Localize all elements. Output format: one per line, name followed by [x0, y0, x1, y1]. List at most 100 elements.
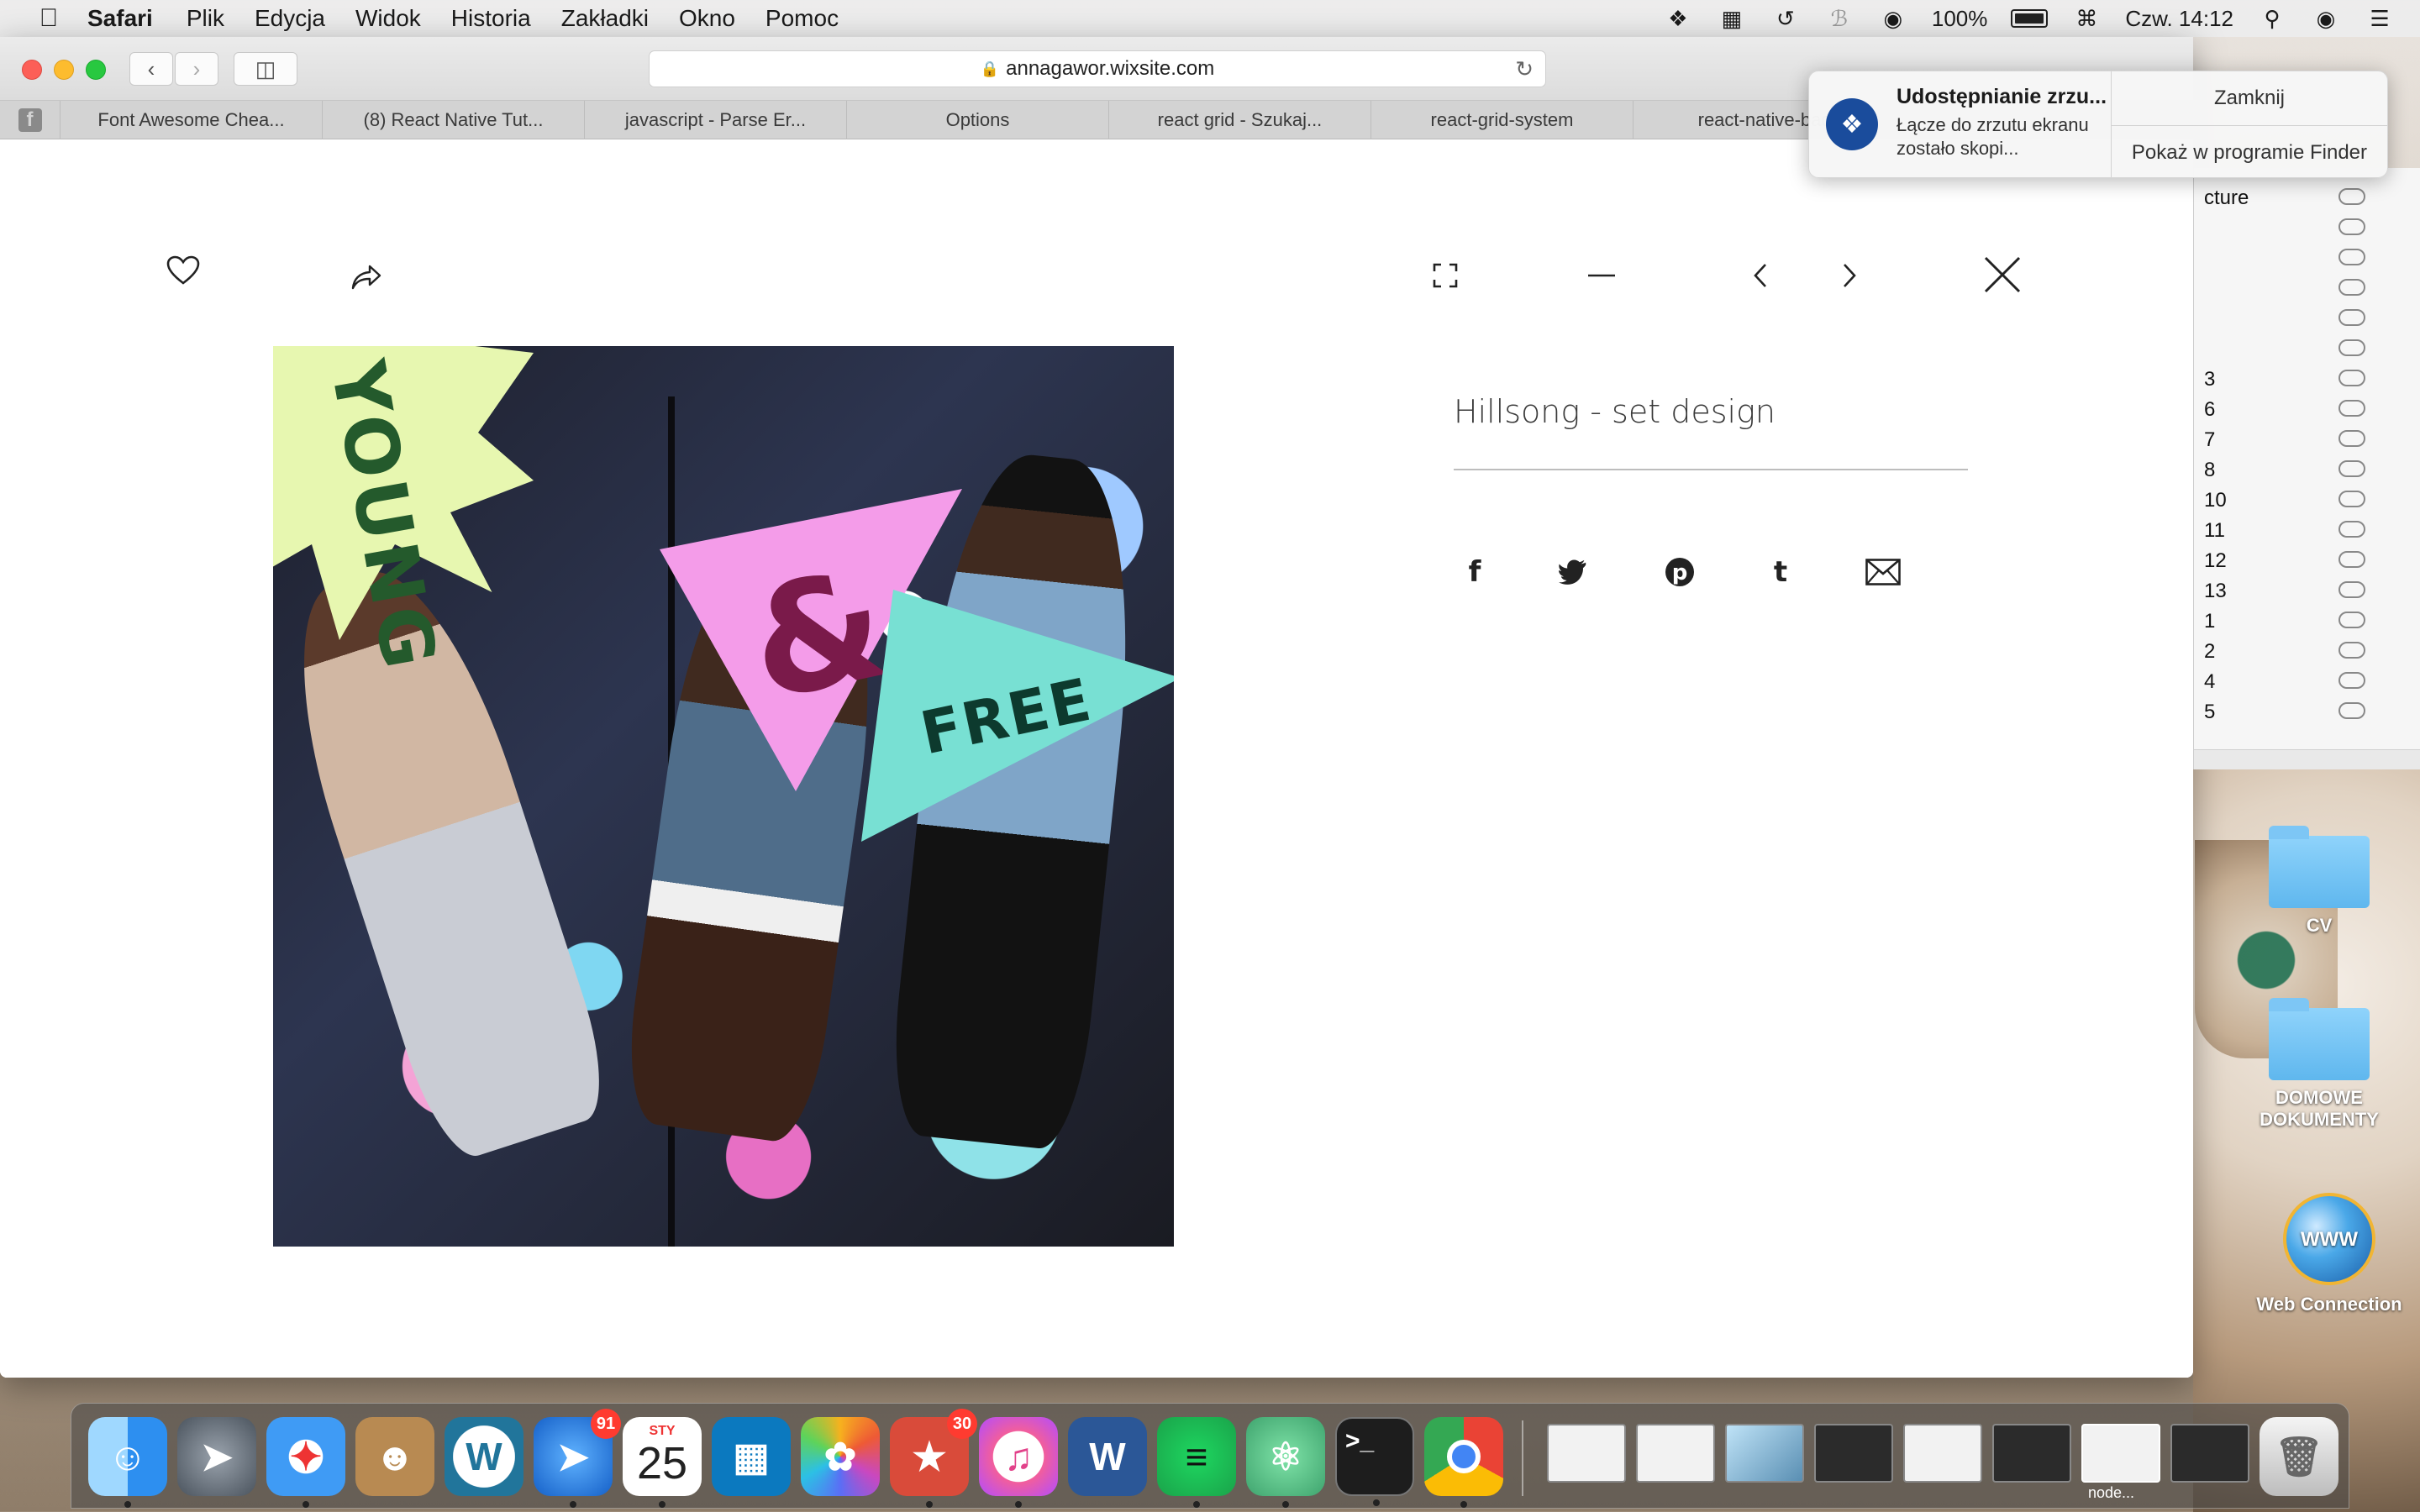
tab-5[interactable]: react grid - Szukaj... — [1109, 101, 1371, 139]
keyboard-icon[interactable]: ⌘ — [2071, 6, 2102, 31]
menu-clock[interactable]: Czw. 14:12 — [2125, 6, 2233, 32]
word-icon[interactable]: W — [1068, 1417, 1147, 1496]
terminal-icon[interactable]: >_ — [1335, 1417, 1414, 1506]
finder-row[interactable]: 1 — [2194, 606, 2420, 637]
window-minimize-button[interactable] — [54, 60, 74, 80]
finder-row[interactable]: 4 — [2194, 667, 2420, 697]
battery-icon[interactable] — [2011, 9, 2049, 28]
finder-row[interactable]: 2 — [2194, 637, 2420, 667]
itunes-icon[interactable]: ♫ — [979, 1417, 1058, 1508]
reload-icon[interactable]: ↻ — [1515, 56, 1534, 82]
photos-icon[interactable]: ✿ — [801, 1417, 880, 1496]
finder-row[interactable] — [2194, 213, 2420, 244]
prev-icon[interactable] — [1748, 259, 1773, 292]
tab-4[interactable]: Options — [847, 101, 1109, 139]
bluetooth-icon[interactable]: ℬ — [1824, 6, 1854, 31]
back-button[interactable]: ‹ — [129, 52, 173, 86]
finder-row[interactable]: 5 — [2194, 697, 2420, 727]
notification-center-icon[interactable]: ☰ — [2365, 6, 2395, 31]
spotify-icon[interactable]: ≡ — [1157, 1417, 1236, 1508]
finder-row[interactable]: 7 — [2194, 425, 2420, 455]
email-icon[interactable] — [1862, 551, 1904, 593]
battery-percent[interactable]: 100% — [1932, 6, 1988, 32]
minimized-window[interactable] — [2170, 1424, 2249, 1483]
dropbox-notification[interactable]: ❖ Udostępnianie zrzu... Łącze do zrzutu … — [1808, 71, 2388, 178]
menu-file[interactable]: Plik — [171, 5, 239, 32]
finder-row[interactable]: 13 — [2194, 576, 2420, 606]
address-bar[interactable]: 🔒 annagawor.wixsite.com ↻ — [649, 50, 1546, 87]
contacts-icon[interactable]: ☻ — [355, 1417, 434, 1496]
fullscreen-icon[interactable] — [1428, 259, 1462, 292]
finder-scrollbar[interactable] — [2194, 749, 2420, 769]
tab-1[interactable]: Font Awesome Chea... — [60, 101, 323, 139]
minimize-icon[interactable] — [1586, 259, 1617, 292]
window-maximize-button[interactable] — [86, 60, 106, 80]
chrome-icon[interactable] — [1424, 1417, 1503, 1508]
siri-icon[interactable]: ◉ — [2311, 6, 2341, 31]
finder-row[interactable] — [2194, 244, 2420, 274]
notification-body[interactable]: ❖ Udostępnianie zrzu... Łącze do zrzutu … — [1809, 71, 2111, 179]
dropbox-icon[interactable]: ❖ — [1663, 6, 1693, 31]
tab-6[interactable]: react-grid-system — [1371, 101, 1634, 139]
tab-3[interactable]: javascript - Parse Er... — [585, 101, 847, 139]
minimized-window[interactable] — [1725, 1424, 1804, 1483]
wunderlist-icon[interactable]: ★ 30 — [890, 1409, 977, 1508]
minimized-window[interactable] — [1992, 1424, 2071, 1483]
finder-row[interactable] — [2194, 274, 2420, 304]
photo-title: Hillsong - set design — [1454, 393, 1776, 430]
next-icon[interactable] — [1837, 259, 1862, 292]
menu-view[interactable]: Widok — [340, 5, 436, 32]
close-icon[interactable] — [1981, 254, 2023, 296]
pinned-tab-facebook[interactable]: f — [0, 101, 60, 139]
menu-bookmarks[interactable]: Zakładki — [546, 5, 664, 32]
menu-edit[interactable]: Edycja — [239, 5, 340, 32]
menu-history[interactable]: Historia — [436, 5, 546, 32]
finder-row[interactable]: 11 — [2194, 516, 2420, 546]
finder-row[interactable] — [2194, 304, 2420, 334]
notification-show-in-finder-button[interactable]: Pokaż w programie Finder — [2111, 125, 2387, 179]
window-close-button[interactable] — [22, 60, 42, 80]
finder-row[interactable]: 8 — [2194, 455, 2420, 486]
menu-help[interactable]: Pomoc — [750, 5, 854, 32]
facebook-icon[interactable]: f — [1454, 551, 1496, 593]
share-arrow-icon[interactable] — [348, 260, 385, 294]
navigator-icon[interactable]: ➤ 91 — [534, 1409, 621, 1508]
minimized-window[interactable] — [1903, 1424, 1982, 1483]
tumblr-icon[interactable]: t — [1760, 551, 1802, 593]
evernote-icon[interactable]: ▦ — [1717, 6, 1747, 31]
forward-button[interactable]: › — [175, 52, 218, 86]
trash-icon[interactable]: 🗑 — [2260, 1417, 2338, 1496]
wordpress-icon[interactable]: W — [445, 1417, 523, 1496]
pinterest-icon[interactable]: p — [1659, 551, 1701, 593]
finder-icon[interactable]: ☺ — [88, 1417, 167, 1508]
finder-row[interactable] — [2194, 334, 2420, 365]
calendar-icon[interactable]: STY 25 — [623, 1417, 702, 1508]
menu-window[interactable]: Okno — [664, 5, 750, 32]
heart-icon[interactable] — [165, 254, 202, 287]
trello-icon[interactable]: ▦ — [712, 1417, 791, 1496]
notification-close-button[interactable]: Zamknij — [2112, 71, 2387, 125]
search-icon[interactable]: ⚲ — [2257, 6, 2287, 31]
minimized-window[interactable] — [2081, 1424, 2160, 1483]
menu-app-name[interactable]: Safari — [72, 5, 171, 32]
finder-row[interactable]: 12 — [2194, 546, 2420, 576]
desktop-web-connection[interactable]: WWW Web Connection — [2245, 1193, 2413, 1315]
finder-row[interactable]: 6 — [2194, 395, 2420, 425]
time-machine-icon[interactable]: ↺ — [1770, 6, 1801, 31]
tab-2[interactable]: (8) React Native Tut... — [323, 101, 585, 139]
desktop-folder-domowe-dokumenty[interactable]: DOMOWE DOKUMENTY — [2235, 998, 2403, 1131]
launchpad-icon[interactable]: ➤ — [177, 1417, 256, 1496]
safari-icon[interactable]: ✦ — [266, 1417, 345, 1508]
sidebar-toggle-button[interactable]: ◫ — [234, 52, 297, 86]
minimized-window[interactable] — [1814, 1424, 1893, 1483]
minimized-window[interactable] — [1547, 1424, 1626, 1483]
finder-row[interactable]: 10 — [2194, 486, 2420, 516]
wifi-icon[interactable]: ◉ — [1878, 6, 1908, 31]
apple-icon[interactable]:  — [25, 4, 72, 33]
desktop-folder-cv[interactable]: CV — [2235, 826, 2403, 937]
finder-row[interactable]: cture — [2194, 183, 2420, 213]
finder-row[interactable]: 3 — [2194, 365, 2420, 395]
atom-icon[interactable]: ⚛ — [1246, 1417, 1325, 1508]
twitter-icon[interactable] — [1553, 551, 1595, 593]
minimized-window[interactable] — [1636, 1424, 1715, 1483]
